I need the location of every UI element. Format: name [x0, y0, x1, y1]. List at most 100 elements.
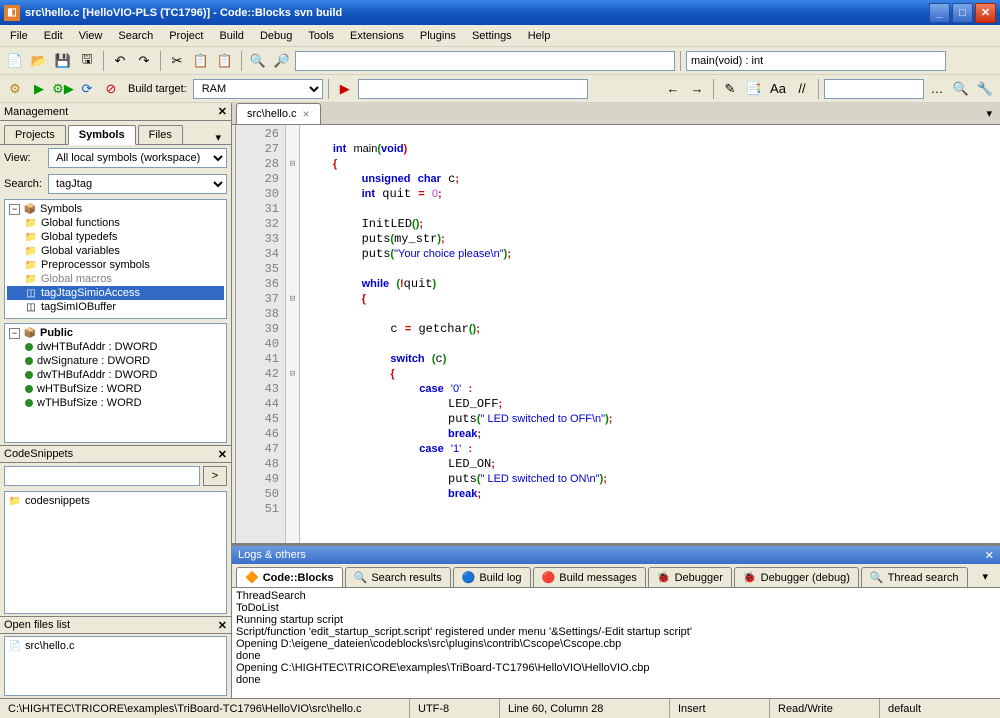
log-tab-codeblocks[interactable]: 🔶Code::Blocks — [236, 567, 343, 587]
menu-view[interactable]: View — [71, 27, 111, 45]
logs-close-icon[interactable]: ✕ — [985, 549, 994, 562]
codesnippets-go-button[interactable]: > — [203, 466, 227, 486]
build-target-select[interactable]: RAM — [193, 79, 323, 99]
case-icon[interactable]: Aa — [767, 78, 789, 100]
menu-tools[interactable]: Tools — [300, 27, 342, 45]
copy-icon[interactable]: 📋 — [190, 50, 212, 72]
find-icon[interactable]: 🔍 — [247, 50, 269, 72]
menu-extensions[interactable]: Extensions — [342, 27, 412, 45]
minimize-button[interactable]: _ — [929, 3, 950, 23]
log-tab-debugger-debug[interactable]: 🐞Debugger (debug) — [734, 567, 859, 587]
tree-item[interactable]: Global variables — [41, 245, 120, 257]
build-run-icon[interactable]: ⚙▶ — [52, 78, 74, 100]
public-tree[interactable]: −📦Public dwHTBufAddr : DWORD dwSignature… — [4, 323, 227, 443]
openfiles-close-icon[interactable]: ✕ — [218, 619, 227, 632]
codesnippets-close-icon[interactable]: ✕ — [218, 448, 227, 461]
struct-icon: ◫ — [25, 301, 37, 313]
tree-item[interactable]: dwSignature : DWORD — [37, 355, 150, 367]
code-content[interactable]: int main(void) { unsigned char c; int qu… — [300, 125, 1000, 543]
tree-item[interactable]: wHTBufSize : WORD — [37, 383, 142, 395]
maximize-button[interactable]: □ — [952, 3, 973, 23]
close-button[interactable]: ✕ — [975, 3, 996, 23]
redo-icon[interactable]: ↷ — [133, 50, 155, 72]
menu-file[interactable]: File — [2, 27, 36, 45]
codesnippets-search-input[interactable] — [4, 466, 200, 486]
codesnippets-tree[interactable]: 📁codesnippets — [4, 491, 227, 614]
tab-overflow-icon[interactable]: ▾ — [209, 131, 227, 144]
tree-item[interactable]: Preprocessor symbols — [41, 259, 150, 271]
tree-item-selected[interactable]: tagJtagSimioAccess — [41, 287, 140, 299]
fold-column[interactable]: ⊟⊟⊟ — [286, 125, 300, 543]
status-bar: C:\HIGHTEC\TRICORE\examples\TriBoard-TC1… — [0, 698, 1000, 718]
open-icon[interactable]: 📂 — [28, 50, 50, 72]
menu-search[interactable]: Search — [110, 27, 161, 45]
tab-overflow-icon[interactable]: ▾ — [974, 566, 996, 587]
nav-back-icon[interactable]: ← — [662, 78, 684, 100]
tree-item[interactable]: tagSimIOBuffer — [41, 301, 116, 313]
menu-plugins[interactable]: Plugins — [412, 27, 464, 45]
tab-projects[interactable]: Projects — [4, 125, 66, 144]
undo-icon[interactable]: ↶ — [109, 50, 131, 72]
run-icon[interactable]: ▶ — [28, 78, 50, 100]
code-editor[interactable]: 2627282930313233343536373839404142434445… — [235, 125, 1000, 543]
nav-fwd-icon[interactable]: → — [686, 78, 708, 100]
log-tab-threadsearch[interactable]: 🔍Thread search — [861, 567, 968, 587]
folder-icon: 📦 — [24, 203, 36, 215]
new-file-icon[interactable]: 📄 — [4, 50, 26, 72]
replace-icon[interactable]: 🔎 — [271, 50, 293, 72]
menu-settings[interactable]: Settings — [464, 27, 520, 45]
cut-icon[interactable]: ✂ — [166, 50, 188, 72]
editor-tab[interactable]: src\hello.c × — [236, 103, 321, 124]
logs-body[interactable]: ThreadSearch ToDoList Running startup sc… — [232, 588, 1000, 698]
find-options-icon[interactable]: … — [926, 78, 948, 100]
log-tab-buildmsg[interactable]: 🔴Build messages — [533, 567, 646, 587]
build-icon[interactable]: ⚙ — [4, 78, 26, 100]
list-item[interactable]: src\hello.c — [25, 640, 75, 652]
log-tab-buildlog[interactable]: 🔵Build log — [453, 567, 531, 587]
public-root[interactable]: Public — [40, 327, 73, 339]
search-go-icon[interactable]: 🔍 — [950, 78, 972, 100]
tab-close-icon[interactable]: × — [303, 107, 310, 121]
tree-item[interactable]: dwHTBufAddr : DWORD — [37, 341, 157, 353]
menu-debug[interactable]: Debug — [252, 27, 300, 45]
abort-icon[interactable]: ⊘ — [100, 78, 122, 100]
log-tab-search[interactable]: 🔍Search results — [345, 567, 451, 587]
file-icon: 📄 — [9, 640, 21, 652]
comment-icon[interactable]: // — [791, 78, 813, 100]
tab-symbols[interactable]: Symbols — [68, 125, 136, 145]
management-close-icon[interactable]: ✕ — [218, 105, 227, 118]
openfiles-list[interactable]: 📄 src\hello.c — [4, 636, 227, 696]
tree-root[interactable]: codesnippets — [25, 495, 90, 507]
tree-item[interactable]: wTHBufSize : WORD — [37, 397, 142, 409]
tab-files[interactable]: Files — [138, 125, 183, 144]
tree-root[interactable]: Symbols — [40, 203, 82, 215]
menu-edit[interactable]: Edit — [36, 27, 71, 45]
log-tab-debugger[interactable]: 🐞Debugger — [648, 567, 732, 587]
menu-project[interactable]: Project — [161, 27, 211, 45]
tree-item[interactable]: Global typedefs — [41, 231, 117, 243]
debug-start-icon[interactable]: ▶ — [334, 78, 356, 100]
find-input[interactable] — [824, 79, 924, 99]
tree-item-disabled: Global macros — [41, 273, 112, 285]
debug-expr-input[interactable] — [358, 79, 588, 99]
goto-function-input[interactable] — [295, 51, 675, 71]
bookmark-icon[interactable]: 📑 — [743, 78, 765, 100]
tab-overflow-icon[interactable]: ▾ — [978, 103, 1000, 124]
context-info[interactable] — [686, 51, 946, 71]
symbols-tree[interactable]: −📦Symbols 📁Global functions 📁Global type… — [4, 199, 227, 319]
struct-icon: ◫ — [25, 287, 37, 299]
menu-build[interactable]: Build — [211, 27, 251, 45]
search-select[interactable]: tagJtag — [48, 174, 227, 194]
save-all-icon[interactable]: 🖫 — [76, 50, 98, 72]
save-icon[interactable]: 💾 — [52, 50, 74, 72]
paste-icon[interactable]: 📋 — [214, 50, 236, 72]
collapse-icon[interactable]: − — [9, 328, 20, 339]
view-select[interactable]: All local symbols (workspace) — [48, 148, 227, 168]
collapse-icon[interactable]: − — [9, 204, 20, 215]
tree-item[interactable]: Global functions — [41, 217, 120, 229]
menu-help[interactable]: Help — [520, 27, 559, 45]
tree-item[interactable]: dwTHBufAddr : DWORD — [37, 369, 157, 381]
highlight-icon[interactable]: ✎ — [719, 78, 741, 100]
rebuild-icon[interactable]: ⟳ — [76, 78, 98, 100]
tool-icon[interactable]: 🔧 — [974, 78, 996, 100]
